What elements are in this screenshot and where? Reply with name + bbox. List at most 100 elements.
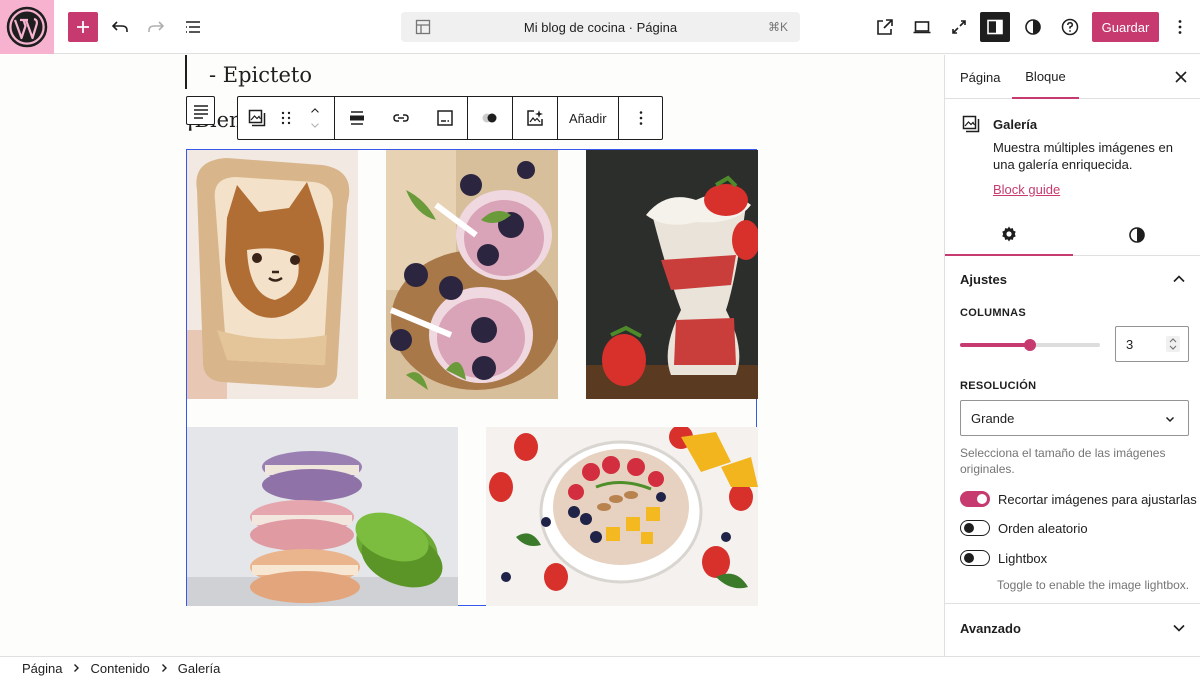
gallery-image[interactable]: [187, 150, 358, 399]
contrast-icon: [1129, 226, 1145, 243]
gear-icon: [1002, 226, 1016, 241]
block-breadcrumb: Página Contenido Galería: [0, 656, 1200, 679]
breadcrumb-item-galeria[interactable]: Galería: [170, 661, 229, 676]
document-title: Mi blog de cocina · Página: [523, 19, 678, 35]
chevron-down-icon: [311, 123, 319, 128]
document-overview-button[interactable]: [178, 12, 208, 42]
move-up-down-buttons[interactable]: [296, 97, 334, 139]
tab-styles[interactable]: [1073, 213, 1200, 256]
quote-citation[interactable]: - Epicteto: [209, 63, 312, 87]
tab-settings[interactable]: [945, 213, 1073, 256]
gallery-image[interactable]: [187, 427, 458, 606]
breadcrumb-item-contenido[interactable]: Contenido: [82, 661, 157, 676]
columns-slider[interactable]: [960, 339, 1100, 351]
breadcrumb-item-pagina[interactable]: Página: [14, 661, 70, 676]
contrast-icon: [1025, 19, 1041, 35]
duotone-icon: [482, 113, 497, 123]
settings-sidebar: Página Bloque Galería Muestra múltiples …: [944, 55, 1200, 656]
ai-group: [513, 97, 558, 139]
sidebar-icon: [987, 19, 1003, 35]
page-layout-icon: [415, 19, 431, 35]
macarons-image: [187, 427, 458, 606]
styles-button[interactable]: [1018, 12, 1048, 42]
resolution-help: Selecciona el tamaño de las imágenes ori…: [960, 446, 1166, 476]
undo-icon: [111, 21, 128, 32]
chevron-down-icon: [1165, 416, 1175, 423]
settings-panel-title: Ajustes: [960, 272, 1007, 287]
smoothie-image: [386, 150, 558, 399]
block-tools-group: [335, 97, 468, 139]
block-title: Galería: [993, 117, 1038, 132]
drag-handle[interactable]: [276, 97, 296, 139]
external-link-icon: [877, 19, 893, 35]
close-icon[interactable]: [1171, 67, 1191, 87]
block-card: Galería Muestra múltiples imágenes en un…: [945, 100, 1200, 210]
undo-button[interactable]: [105, 12, 135, 42]
wordpress-logo-icon[interactable]: [0, 0, 54, 54]
desktop-icon: [913, 21, 931, 34]
list-view-icon: [186, 21, 200, 33]
command-palette-bar[interactable]: Mi blog de cocina · Página ⌘K: [401, 12, 800, 42]
crop-images-label: Recortar imágenes para ajustarlas: [998, 491, 1197, 507]
tab-bloque[interactable]: Bloque: [1012, 55, 1079, 99]
fullscreen-button[interactable]: [944, 12, 974, 42]
columns-label: Columnas: [960, 307, 1026, 319]
columns-slider-thumb[interactable]: [1024, 339, 1036, 351]
redo-button[interactable]: [141, 12, 171, 42]
plus-icon: [77, 21, 89, 33]
crop-images-toggle[interactable]: [960, 491, 990, 507]
block-type-button[interactable]: [238, 97, 276, 139]
more-options-group: [619, 97, 663, 139]
lightbox-toggle-row: Lightbox: [960, 548, 1047, 568]
gallery-image[interactable]: [586, 150, 758, 399]
caption-icon: [437, 110, 453, 126]
help-button[interactable]: [1055, 12, 1085, 42]
lightbox-toggle[interactable]: [960, 550, 990, 566]
columns-number-input[interactable]: 3: [1115, 326, 1189, 362]
editor-canvas[interactable]: - Epicteto ¡Bienv: [0, 55, 944, 656]
gallery-block[interactable]: [186, 149, 758, 606]
spinner-icon[interactable]: [1166, 336, 1180, 352]
save-button[interactable]: Guardar: [1092, 12, 1159, 42]
add-block-button[interactable]: [68, 12, 98, 42]
lightbox-help: Toggle to enable the image lightbox.: [997, 578, 1190, 592]
sparkle-image-icon: [527, 110, 543, 126]
resolution-value: Grande: [971, 410, 1015, 426]
align-left-icon: [193, 104, 208, 119]
settings-panel-toggle[interactable]: Ajustes: [945, 257, 1200, 301]
block-guide-link[interactable]: Block guide: [993, 182, 1060, 197]
generate-image-button[interactable]: [513, 97, 557, 139]
block-toolbar: Añadir: [237, 96, 663, 140]
gallery-icon: [962, 115, 980, 133]
redo-icon: [148, 21, 165, 32]
sidebar-tabs: Página Bloque: [945, 55, 1200, 99]
duotone-button[interactable]: [468, 97, 512, 139]
help-icon: [1061, 18, 1079, 36]
advanced-panel-toggle[interactable]: Avanzado: [945, 603, 1200, 651]
more-vertical-icon: [1178, 20, 1182, 34]
options-menu-button[interactable]: [1166, 12, 1194, 42]
tab-pagina[interactable]: Página: [945, 55, 1015, 99]
device-preview-button[interactable]: [907, 12, 937, 42]
caption-button[interactable]: [423, 97, 467, 139]
chevron-right-icon: [74, 664, 80, 672]
chevron-right-icon: [161, 664, 167, 672]
random-order-toggle[interactable]: [960, 520, 990, 536]
drag-handle-icon: [281, 111, 291, 125]
gallery-image[interactable]: [486, 427, 758, 606]
parent-block-selector[interactable]: [186, 96, 215, 125]
gallery-image[interactable]: [386, 150, 558, 399]
add-images-button[interactable]: Añadir: [558, 97, 618, 139]
view-page-button[interactable]: [870, 12, 900, 42]
link-button[interactable]: [379, 97, 423, 139]
toast-image: [187, 150, 358, 399]
resolution-select[interactable]: Grande: [960, 400, 1189, 436]
editor-header: Mi blog de cocina · Página ⌘K Guardar: [0, 0, 1200, 54]
block-options-button[interactable]: [619, 97, 663, 139]
columns-value: 3: [1126, 336, 1134, 352]
settings-sidebar-toggle[interactable]: [980, 12, 1010, 42]
duotone-group: [468, 97, 513, 139]
align-button[interactable]: [335, 97, 379, 139]
chevron-down-icon: [1173, 624, 1185, 632]
link-icon: [393, 114, 409, 122]
